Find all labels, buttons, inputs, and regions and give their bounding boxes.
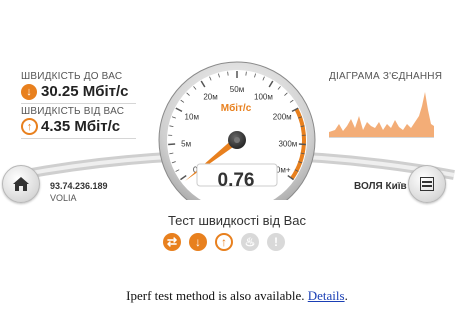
download-label: ШВИДКІСТЬ ДО ВАС	[21, 71, 123, 82]
client-isp: VOLIA	[50, 193, 77, 203]
upload-button[interactable]: ↑	[215, 233, 233, 251]
details-link[interactable]: Details	[308, 288, 345, 303]
test-mode-buttons: ⇄ ↓ ↑ ♨!	[163, 233, 285, 251]
flame-button[interactable]: ♨	[241, 233, 259, 251]
stats-divider	[21, 103, 136, 104]
gauge-tick-label: 20м	[203, 92, 217, 101]
footer-end: .	[344, 288, 348, 303]
gauge-tick-label: 50м	[230, 85, 244, 94]
stats-divider-bottom	[21, 138, 136, 139]
gauge-reading: 0.76	[217, 170, 255, 191]
upload-value: 4.35 Мбіт/с	[41, 118, 121, 135]
list-menu-icon	[420, 177, 434, 191]
download-arrow-icon: ↓	[21, 84, 37, 100]
home-icon	[13, 177, 29, 191]
server-menu-button[interactable]	[408, 165, 446, 203]
download-icon: ↓	[195, 235, 201, 249]
exclamation-icon: !	[274, 235, 278, 249]
gauge-tick-label: 200м	[273, 112, 292, 121]
ping-button[interactable]: ⇄	[163, 233, 181, 251]
gauge-minor-tick	[227, 71, 229, 76]
gauge-unit: Мбіт/с	[220, 103, 252, 114]
swap-icon: ⇄	[166, 235, 178, 249]
gauge-tick-label: 300м	[278, 139, 297, 148]
connection-chart	[329, 92, 434, 138]
upload-label: ШВИДКІСТЬ ВІД ВАС	[21, 106, 125, 117]
gauge-tick-label: 5м	[181, 139, 191, 148]
client-ip: 93.74.236.189	[50, 181, 108, 191]
gauge-minor-tick	[245, 71, 247, 76]
connection-chart-label: ДІАГРАМА З'ЄДНАННЯ	[329, 71, 443, 82]
gauge-tick-label: 100м	[254, 92, 273, 101]
test-title: Тест швидкості від Вас	[167, 213, 307, 228]
gauge-tick-label: 10м	[185, 112, 199, 121]
upload-arrow-icon: ↑	[21, 118, 38, 135]
footer-note: Iperf test method is also available. Det…	[0, 288, 474, 304]
download-value: 30.25 Мбіт/с	[41, 83, 129, 100]
alert-button[interactable]: !	[267, 233, 285, 251]
upload-icon: ↑	[221, 235, 227, 249]
home-button[interactable]	[2, 165, 40, 203]
flame-icon: ♨	[244, 235, 256, 249]
server-name: ВОЛЯ Київ	[354, 181, 407, 192]
footer-text: Iperf test method is also available.	[126, 288, 308, 303]
download-button[interactable]: ↓	[189, 233, 207, 251]
